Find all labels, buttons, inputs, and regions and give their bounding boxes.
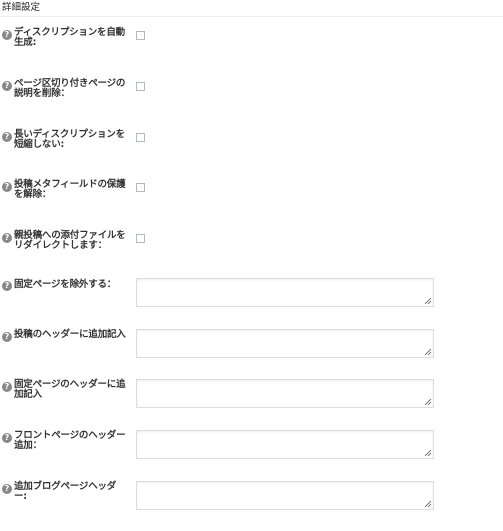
help-icon[interactable]: ? bbox=[2, 332, 12, 342]
help-icon[interactable]: ? bbox=[2, 433, 12, 443]
help-icon[interactable]: ? bbox=[2, 382, 12, 392]
help-icon[interactable]: ? bbox=[2, 81, 12, 91]
section-title: 詳細設定 bbox=[2, 2, 41, 13]
resize-grip-icon[interactable] bbox=[425, 450, 432, 457]
option-label: 投稿メタフィールドの保護を解除： bbox=[14, 179, 126, 200]
option-label: 親投稿への添付ファイルをリダイレクトします： bbox=[14, 230, 126, 251]
section-divider bbox=[0, 16, 503, 17]
resize-grip-icon[interactable] bbox=[425, 399, 432, 406]
blog-page-header-textarea[interactable] bbox=[136, 481, 434, 510]
no-shorten-description-checkbox[interactable] bbox=[136, 133, 145, 142]
help-icon[interactable]: ? bbox=[2, 182, 12, 192]
resize-grip-icon[interactable] bbox=[425, 501, 432, 508]
post-header-textarea[interactable] bbox=[136, 329, 434, 358]
exclude-pages-textarea[interactable] bbox=[136, 278, 434, 307]
redirect-attachments-checkbox[interactable] bbox=[136, 234, 145, 243]
option-label: フロントページのヘッダー追加： bbox=[14, 430, 126, 451]
option-label: ディスクリプションを自動生成: bbox=[14, 27, 125, 48]
remove-paged-description-checkbox[interactable] bbox=[136, 82, 145, 91]
help-icon[interactable]: ? bbox=[2, 233, 12, 243]
unprotect-meta-checkbox[interactable] bbox=[136, 183, 145, 192]
option-label: 固定ページを除外する： bbox=[14, 279, 117, 290]
front-page-header-textarea[interactable] bbox=[136, 430, 434, 459]
help-icon[interactable]: ? bbox=[2, 281, 12, 291]
resize-grip-icon[interactable] bbox=[425, 349, 432, 356]
help-icon[interactable]: ? bbox=[2, 132, 12, 142]
page-header-textarea[interactable] bbox=[136, 379, 434, 408]
resize-grip-icon[interactable] bbox=[425, 298, 432, 305]
option-label: 投稿のヘッダーに追加記入 bbox=[14, 329, 126, 340]
option-label: 追加ブログページヘッダー: bbox=[14, 481, 117, 502]
option-label: 長いディスクリプションを短縮しない: bbox=[14, 129, 125, 150]
help-icon[interactable]: ? bbox=[2, 484, 12, 494]
auto-description-checkbox[interactable] bbox=[136, 31, 145, 40]
help-icon[interactable]: ? bbox=[2, 30, 12, 40]
option-label: ページ区切り付きページの説明を削除： bbox=[14, 78, 126, 99]
option-label: 固定ページのヘッダーに追加記入 bbox=[14, 379, 126, 400]
